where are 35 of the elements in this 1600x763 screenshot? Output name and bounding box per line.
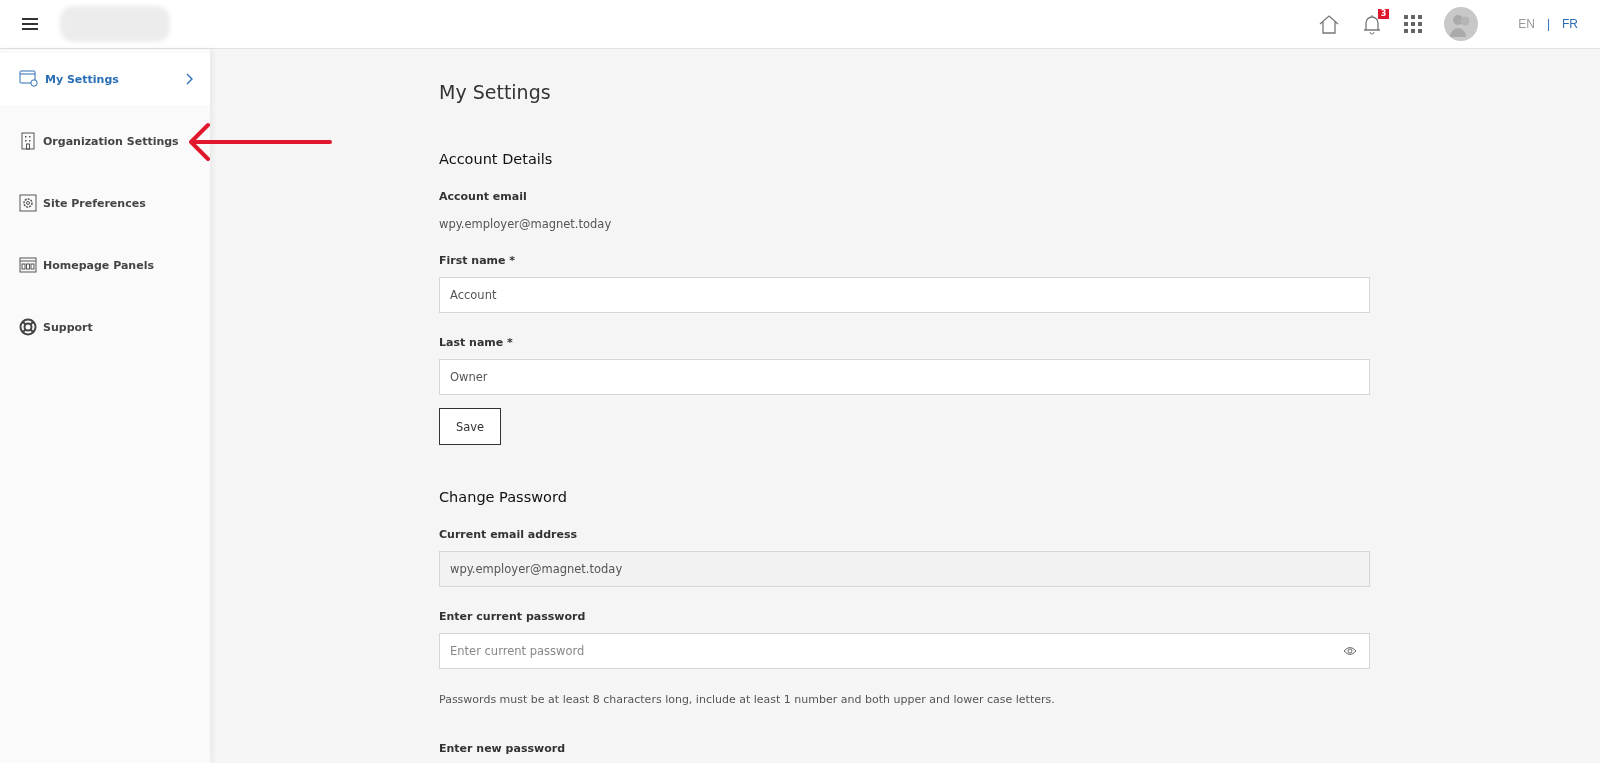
menu-icon[interactable] — [22, 17, 38, 31]
language-separator: | — [1546, 17, 1550, 31]
password-hint: Passwords must be at least 8 characters long, include at least 1 number and both upper and lower case letters. — [439, 693, 1056, 706]
gear-icon — [19, 194, 37, 212]
lifebuoy-icon — [19, 318, 37, 336]
sidebar-item[interactable]: Support — [0, 301, 210, 353]
field-label: Account email — [439, 190, 528, 203]
chevron-right-icon — [186, 73, 194, 85]
field-label: Enter new password — [439, 742, 566, 755]
input-field[interactable]: Account — [439, 277, 1370, 313]
sidebar-item[interactable]: My Settings — [0, 53, 210, 105]
field-label: Current email address — [439, 528, 578, 541]
panels-icon — [19, 257, 37, 273]
field-label: Last name * — [439, 336, 514, 349]
password-input[interactable]: Enter current password — [450, 644, 1335, 658]
field-label: Enter current password — [439, 610, 587, 623]
field-label: First name * — [439, 254, 517, 267]
home-icon[interactable] — [1318, 13, 1341, 35]
eye-icon[interactable] — [1343, 646, 1357, 656]
apps-grid-icon[interactable] — [1404, 15, 1423, 33]
account-email: wpy.employer@magnet.today — [439, 217, 613, 231]
section-heading: Account Details — [439, 151, 554, 167]
window-gear-icon — [19, 70, 39, 88]
building-icon — [19, 132, 37, 150]
sidebar-item[interactable]: Homepage Panels — [0, 239, 210, 291]
sidebar-item[interactable]: Site Preferences — [0, 177, 210, 229]
save-button[interactable]: Save — [439, 408, 501, 445]
password-field[interactable]: Enter current password — [439, 633, 1370, 669]
sidebar-item[interactable]: Organization Settings — [0, 115, 210, 167]
notification-badge: 3 — [1377, 9, 1390, 19]
section-heading: Change Password — [439, 489, 568, 505]
input-field[interactable]: Owner — [439, 359, 1370, 395]
bell-icon[interactable] — [1362, 13, 1383, 35]
language-link[interactable]: FR — [1562, 17, 1578, 31]
page-title: My Settings — [439, 81, 552, 103]
